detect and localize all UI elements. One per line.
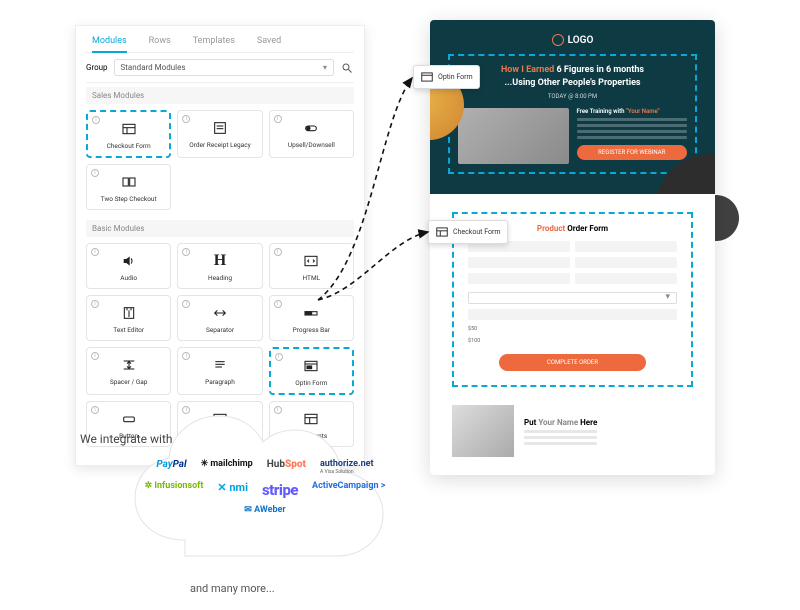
integrations-more: and many more... bbox=[190, 582, 275, 595]
subheadline: TODAY @ 8:00 PM bbox=[458, 93, 687, 100]
module-label: Two Step Checkout bbox=[101, 195, 157, 203]
gap-icon bbox=[118, 356, 140, 374]
headline: How I Earned 6 Figures in 6 months...Usi… bbox=[458, 64, 687, 89]
steps-icon bbox=[118, 173, 140, 191]
module-two-step[interactable]: iTwo Step Checkout bbox=[86, 164, 171, 210]
category-basic: Basic Modules bbox=[86, 220, 354, 237]
input-field[interactable] bbox=[575, 273, 677, 284]
group-row: Group Standard Modules bbox=[86, 53, 354, 83]
module-spacer[interactable]: iSpacer / Gap bbox=[86, 347, 171, 395]
search-icon[interactable] bbox=[340, 61, 354, 75]
module-progress[interactable]: iProgress Bar bbox=[269, 295, 354, 341]
module-label: Optin Form bbox=[295, 379, 327, 387]
toggle-icon bbox=[300, 119, 322, 137]
separator-icon bbox=[209, 304, 231, 322]
drag-label: Optin Form bbox=[438, 73, 473, 81]
category-sales: Sales Modules bbox=[86, 87, 354, 104]
tab-rows[interactable]: Rows bbox=[149, 36, 171, 46]
price-line: $100 bbox=[468, 338, 677, 344]
brand-nmi: ✕ nmi bbox=[217, 481, 248, 499]
order-fields bbox=[468, 241, 677, 284]
brand-hubspot: HubSpot bbox=[267, 459, 306, 475]
bio-section: Put Your Name Here bbox=[430, 393, 715, 475]
hero-copy: Free Training with "Your Name" REGISTER … bbox=[577, 108, 688, 164]
hero-dropzone[interactable]: How I Earned 6 Figures in 6 months...Usi… bbox=[448, 54, 697, 174]
module-label: Text Editor bbox=[113, 326, 144, 334]
module-separator[interactable]: iSeparator bbox=[177, 295, 262, 341]
module-label: Order Receipt Legacy bbox=[189, 141, 250, 149]
drag-checkout-form[interactable]: Checkout Form bbox=[428, 220, 508, 244]
brand-aweber: ✉ AWeber bbox=[244, 505, 285, 515]
optin-icon bbox=[300, 357, 322, 375]
module-audio[interactable]: iAudio bbox=[86, 243, 171, 289]
country-select[interactable] bbox=[468, 292, 677, 304]
module-label: Paragraph bbox=[205, 378, 235, 386]
input-field[interactable] bbox=[468, 273, 570, 284]
input-field[interactable] bbox=[575, 241, 677, 252]
module-label: Checkout Form bbox=[107, 142, 151, 150]
group-select[interactable]: Standard Modules bbox=[114, 59, 334, 76]
module-checkout-form[interactable]: iCheckout Form bbox=[86, 110, 171, 158]
audio-icon bbox=[118, 252, 140, 270]
grid-icon bbox=[118, 120, 140, 138]
paragraph-icon bbox=[209, 356, 231, 374]
module-text-editor[interactable]: iText Editor bbox=[86, 295, 171, 341]
group-label: Group bbox=[86, 63, 108, 72]
cta-register[interactable]: REGISTER FOR WEBINAR bbox=[577, 145, 688, 160]
heading-icon: H bbox=[209, 252, 231, 270]
module-label: Progress Bar bbox=[293, 326, 330, 334]
brand-stripe: stripe bbox=[262, 481, 298, 499]
module-paragraph[interactable]: iParagraph bbox=[177, 347, 262, 395]
module-label: Audio bbox=[120, 274, 137, 282]
sales-grid: iCheckout Form iOrder Receipt Legacy iUp… bbox=[86, 104, 354, 216]
price-line: $50 bbox=[468, 326, 677, 332]
module-html[interactable]: iHTML bbox=[269, 243, 354, 289]
module-upsell[interactable]: iUpsell/Downsell bbox=[269, 110, 354, 158]
module-optin-form[interactable]: iOptin Form bbox=[269, 347, 354, 395]
optin-icon bbox=[420, 70, 434, 84]
brand-paypal: PayPal bbox=[156, 459, 186, 475]
module-label: Upsell/Downsell bbox=[288, 141, 335, 149]
brand-infusionsoft: ✲ Infusionsoft bbox=[145, 481, 204, 499]
input-field[interactable] bbox=[575, 257, 677, 268]
module-label: Heading bbox=[208, 274, 232, 282]
receipt-icon bbox=[209, 119, 231, 137]
module-heading[interactable]: iHHeading bbox=[177, 243, 262, 289]
drag-label: Checkout Form bbox=[453, 228, 501, 236]
code-icon bbox=[300, 252, 322, 270]
bio-title: Put Your Name Here bbox=[524, 418, 597, 427]
progress-icon bbox=[300, 304, 322, 322]
text-icon bbox=[118, 304, 140, 322]
integrations-cloud: PayPal ✳ mailchimp HubSpot authorize.net… bbox=[125, 400, 405, 570]
tab-modules[interactable]: Modules bbox=[92, 36, 127, 53]
grid-icon bbox=[435, 225, 449, 239]
module-label: HTML bbox=[303, 274, 321, 282]
hero-photo bbox=[458, 108, 569, 164]
hero-section: LOGO How I Earned 6 Figures in 6 months.… bbox=[430, 20, 715, 194]
module-label: Separator bbox=[206, 326, 234, 334]
cta-complete-order[interactable]: COMPLETE ORDER bbox=[499, 354, 645, 371]
brand-activecampaign: ActiveCampaign > bbox=[312, 481, 385, 499]
avatar bbox=[452, 405, 514, 457]
bio-lines bbox=[524, 430, 597, 445]
drag-optin-form[interactable]: Optin Form bbox=[413, 65, 480, 89]
logo: LOGO bbox=[448, 34, 697, 46]
panel-tabs: Modules Rows Templates Saved bbox=[86, 32, 354, 53]
input-field[interactable] bbox=[468, 257, 570, 268]
input-field[interactable] bbox=[468, 309, 677, 320]
tab-templates[interactable]: Templates bbox=[193, 36, 235, 46]
brand-authorize: authorize.netA Visa Solution bbox=[320, 459, 374, 475]
module-order-receipt[interactable]: iOrder Receipt Legacy bbox=[177, 110, 262, 158]
brand-mailchimp: ✳ mailchimp bbox=[201, 459, 253, 475]
module-label: Spacer / Gap bbox=[110, 378, 148, 386]
tab-saved[interactable]: Saved bbox=[257, 36, 281, 46]
